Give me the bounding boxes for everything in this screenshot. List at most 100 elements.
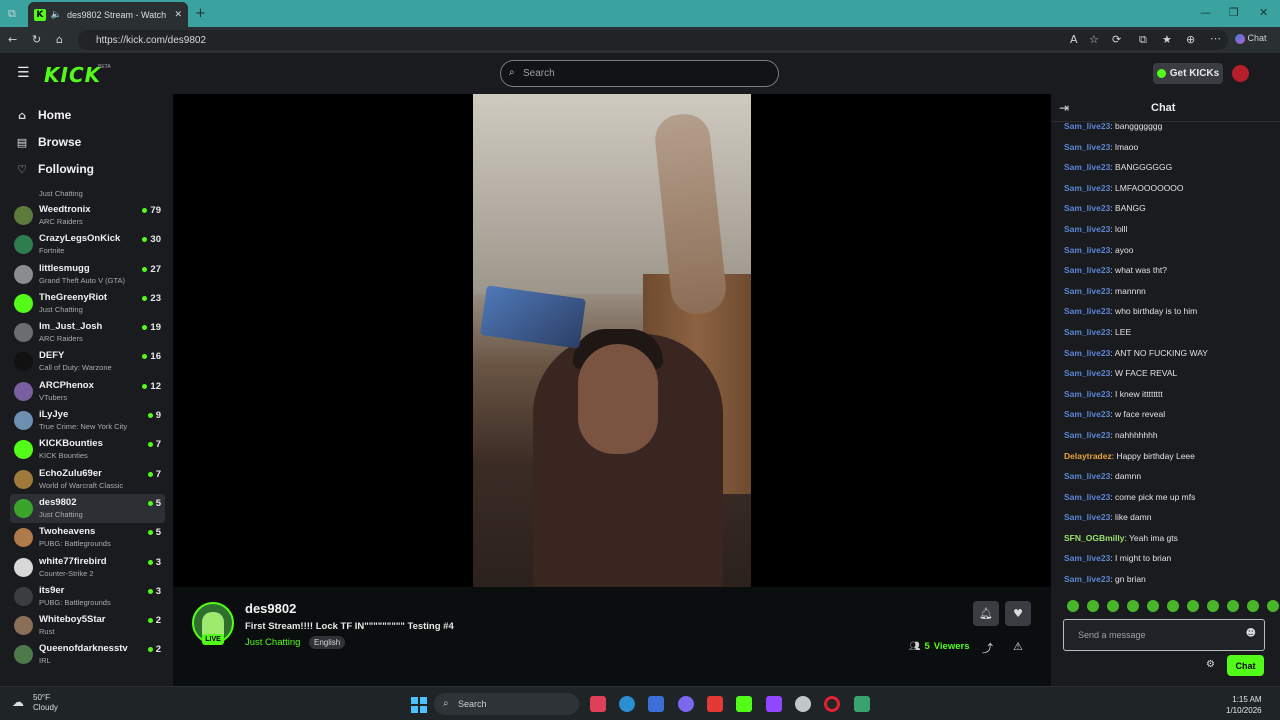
weather-cloud-icon[interactable]: ☁ [12,695,24,709]
chat-username[interactable]: Sam_live23 [1064,224,1110,234]
restore-icon[interactable]: ❐ [1229,6,1239,19]
url-field[interactable]: https://kick.com/des9802 [78,30,1228,50]
chat-username[interactable]: Sam_live23 [1064,574,1110,584]
sidebar-channel-im_just_josh[interactable]: Im_Just_Josh ARC Raiders 19 [10,318,165,347]
chat-username[interactable]: Sam_live23 [1064,265,1110,275]
collapse-chat-icon[interactable]: ⇥ [1059,101,1069,115]
steam-app-icon[interactable] [795,696,811,712]
chat-username[interactable]: Sam_live23 [1064,348,1110,358]
sidebar-channel-ilyjye[interactable]: iLyJye True Crime: New York City 9 [10,406,165,435]
search-input[interactable]: ⌕ Search [500,60,779,87]
more-menu-icon[interactable]: ⋯ [1210,32,1221,45]
get-kicks-button[interactable]: Get KICKs [1153,63,1223,84]
store-app-icon[interactable] [648,696,664,712]
extensions-icon[interactable]: ⟳ [1112,33,1121,46]
split-screen-icon[interactable]: ⧉ [1139,33,1147,47]
music-app-icon[interactable] [590,696,606,712]
emote-icon[interactable] [1107,600,1119,612]
chat-username[interactable]: Sam_live23 [1064,121,1110,131]
chat-username[interactable]: Sam_live23 [1064,492,1110,502]
taskbar-search[interactable]: ⌕ Search [434,693,579,715]
browser-tab[interactable]: K 🔈 des9802 Stream - Watch Live ✕ [28,2,188,27]
chat-username[interactable]: Sam_live23 [1064,389,1110,399]
sidebar-channel-littlesmugg[interactable]: littlesmugg Grand Theft Auto V (GTA) 27 [10,260,165,289]
chat-username[interactable]: Sam_live23 [1064,162,1110,172]
sidebar-channel-defy[interactable]: DEFY Call of Duty: Warzone 16 [10,347,165,376]
weather-widget[interactable]: 50°F Cloudy [33,693,58,713]
back-icon[interactable]: ← [8,33,17,46]
refresh-icon[interactable]: ↻ [32,33,41,46]
hamburger-menu-icon[interactable]: ☰ [17,65,30,81]
stream-category-link[interactable]: Just Chatting [245,637,300,648]
share-icon[interactable]: ⤴ [982,640,993,656]
favorite-star-icon[interactable]: ☆ [1089,33,1099,46]
streamer-name[interactable]: des9802 [245,601,296,616]
send-chat-button[interactable]: Chat [1227,655,1264,676]
kick-logo[interactable]: KICK [44,63,101,87]
chat-username[interactable]: Sam_live23 [1064,368,1110,378]
emote-icon[interactable] [1147,600,1159,612]
tab-close-icon[interactable]: ✕ [174,10,182,20]
emote-icon[interactable] [1187,600,1199,612]
chat-settings-gear-icon[interactable]: ⚙ [1206,659,1215,670]
nav-home[interactable]: ⌂ Home [16,108,71,122]
emote-icon[interactable] [1087,600,1099,612]
nav-following[interactable]: ♡ Following [16,162,94,176]
chat-username[interactable]: Delaytradez [1064,451,1112,461]
video-player[interactable] [173,94,1051,587]
close-window-icon[interactable]: ✕ [1259,6,1268,19]
chat-username[interactable]: Sam_live23 [1064,553,1110,563]
follow-heart-button[interactable]: ♥ [1005,601,1031,626]
chat-username[interactable]: Sam_live23 [1064,327,1110,337]
chat-username[interactable]: Sam_live23 [1064,409,1110,419]
emoji-picker-icon[interactable]: ☻ [1246,628,1256,639]
emote-icon[interactable] [1127,600,1139,612]
twitch-app-icon[interactable] [766,696,782,712]
user-avatar[interactable] [1232,65,1249,82]
chat-username[interactable]: Sam_live23 [1064,183,1110,193]
sidebar-channel-thegreenyriot[interactable]: TheGreenyRiot Just Chatting 23 [10,289,165,318]
sidebar-channel-echozulu69er[interactable]: EchoZulu69er World of Warcraft Classic 7 [10,465,165,494]
emote-icon[interactable] [1207,600,1219,612]
youtube-app-icon[interactable] [707,696,723,712]
sidebar-channel-queenofdarknesstv[interactable]: Queenofdarknesstv IRL 2 [10,640,165,669]
favorites-icon[interactable]: ★ [1162,33,1172,46]
chat-username[interactable]: Sam_live23 [1064,512,1110,522]
chat-username[interactable]: Sam_live23 [1064,471,1110,481]
chat-username[interactable]: SFN_OGBmilly [1064,533,1124,543]
chat-username[interactable]: Sam_live23 [1064,245,1110,255]
sidebar-channel-twoheavens[interactable]: Twoheavens PUBG: Battlegrounds 5 [10,523,165,552]
emote-icon[interactable] [1167,600,1179,612]
sidebar-channel-white77firebird[interactable]: white77firebird Counter-Strike 2 3 [10,553,165,582]
collections-icon[interactable]: ⊕ [1186,33,1195,46]
notification-bell-button[interactable]: 🔔︎ [973,601,999,626]
home-icon[interactable]: ⌂ [56,33,63,46]
emote-icon[interactable] [1247,600,1259,612]
chat-username[interactable]: Sam_live23 [1064,430,1110,440]
chat-message-input[interactable]: Send a message ☻ [1063,619,1265,651]
read-aloud-icon[interactable]: A [1070,33,1078,46]
kick-app-icon[interactable] [736,696,752,712]
opera-app-icon[interactable] [824,696,840,712]
system-clock[interactable]: 1:15 AM 1/10/2026 [1226,694,1262,716]
tab-actions-icon[interactable]: ⧉ [8,7,16,21]
emote-icon[interactable] [1267,600,1279,612]
emote-icon[interactable] [1227,600,1239,612]
sidebar-channel-its9er[interactable]: its9er PUBG: Battlegrounds 3 [10,582,165,611]
chat-username[interactable]: Sam_live23 [1064,203,1110,213]
xbox-app-icon[interactable] [854,696,870,712]
sidebar-channel-kickbounties[interactable]: KICKBounties KICK Bounties 7 [10,435,165,464]
sidebar-channel-arcphenox[interactable]: ARCPhenox VTubers 12 [10,377,165,406]
sidebar-channel-des9802[interactable]: des9802 Just Chatting 5 [10,493,165,524]
nav-browse[interactable]: ▤ Browse [16,135,82,149]
discord-app-icon[interactable] [678,696,694,712]
speaker-icon[interactable]: 🔈 [51,10,62,20]
new-tab-icon[interactable]: + [195,6,206,21]
copilot-button[interactable]: Chat [1235,33,1267,44]
chat-username[interactable]: Sam_live23 [1064,142,1110,152]
chat-username[interactable]: Sam_live23 [1064,306,1110,316]
sidebar-channel-whiteboy5star[interactable]: Whiteboy5Star Rust 2 [10,611,165,640]
sidebar-channel-weedtronix[interactable]: Weedtronix ARC Raiders 79 [10,201,165,230]
emote-icon[interactable] [1067,600,1079,612]
language-tag[interactable]: English [309,636,346,649]
